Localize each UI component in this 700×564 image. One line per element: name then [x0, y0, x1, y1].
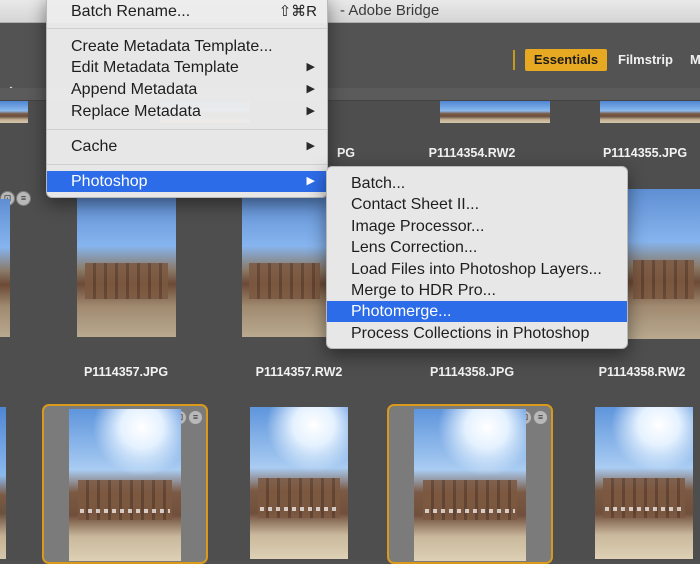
- submenu-item-merge-hdr[interactable]: Merge to HDR Pro...: [327, 280, 627, 301]
- menu-separator: [47, 129, 327, 130]
- submenu-item-load-files-layers[interactable]: Load Files into Photoshop Layers...: [327, 259, 627, 280]
- thumbnail-image[interactable]: [600, 101, 700, 123]
- thumbnail-image[interactable]: [440, 101, 550, 123]
- windows-graphic: [604, 507, 684, 512]
- workspace-more-tab[interactable]: M: [690, 49, 700, 71]
- options-icon[interactable]: ≡: [533, 410, 548, 425]
- menu-item-label: Load Files into Photoshop Layers...: [351, 261, 602, 278]
- thumbnail-label: P1114358.RW2: [598, 365, 686, 379]
- menu-item-label: Edit Metadata Template: [71, 59, 239, 76]
- menu-item-label: Photoshop: [71, 173, 148, 190]
- thumbnail-label: P1114357.RW2: [255, 365, 343, 379]
- submenu-item-image-processor[interactable]: Image Processor...: [327, 216, 627, 237]
- building-graphic: [632, 259, 695, 299]
- options-icon[interactable]: ≡: [188, 410, 203, 425]
- menu-item-label: Lens Correction...: [351, 239, 478, 256]
- thumbnail-cell-selected[interactable]: ⊡ ≡: [42, 404, 208, 564]
- building-graphic: [248, 262, 321, 300]
- shortcut-label: ⇧⌘R: [278, 3, 317, 20]
- building-graphic: [84, 262, 169, 300]
- photoshop-submenu: Batch... Contact Sheet II... Image Proce…: [326, 166, 628, 349]
- menu-item-label: Append Metadata: [71, 81, 198, 98]
- menu-item-create-metadata-template[interactable]: Create Metadata Template...: [47, 36, 327, 57]
- building-graphic: [602, 478, 686, 518]
- submenu-item-contact-sheet[interactable]: Contact Sheet II...: [327, 194, 627, 215]
- thumbnail-image[interactable]: [69, 409, 181, 561]
- window-title: - Adobe Bridge: [340, 2, 440, 19]
- menu-item-append-metadata[interactable]: Append Metadata ▶: [47, 79, 327, 100]
- building-graphic: [77, 480, 173, 520]
- menu-separator: [47, 28, 327, 29]
- windows-graphic: [80, 509, 170, 514]
- menu-item-edit-metadata-template[interactable]: Edit Metadata Template ▶: [47, 57, 327, 78]
- submenu-arrow-icon: ▶: [306, 61, 315, 73]
- menu-item-label: Batch Rename...: [71, 3, 191, 20]
- submenu-arrow-icon: ▶: [306, 140, 315, 152]
- menu-item-label: Replace Metadata: [71, 103, 201, 120]
- workspace-filmstrip-tab[interactable]: Filmstrip: [618, 49, 673, 71]
- submenu-arrow-icon: ▶: [306, 175, 315, 187]
- thumbnail-label: P1114354.RW2: [428, 146, 516, 160]
- tools-menu: Batch Rename... ⇧⌘R Create Metadata Temp…: [46, 0, 328, 198]
- building-graphic: [422, 480, 518, 520]
- thumbnail-label: P1114355.JPG: [602, 146, 688, 160]
- thumbnail-image[interactable]: [0, 101, 28, 123]
- thumbnail-image[interactable]: [250, 407, 348, 559]
- thumbnail-image[interactable]: [0, 407, 6, 559]
- menu-item-replace-metadata[interactable]: Replace Metadata ▶: [47, 101, 327, 122]
- menu-item-cache[interactable]: Cache ▶: [47, 136, 327, 157]
- submenu-item-batch[interactable]: Batch...: [327, 173, 627, 194]
- windows-graphic: [259, 507, 339, 512]
- thumbnail-label: P1114358.JPG: [429, 365, 515, 379]
- menu-item-batch-rename[interactable]: Batch Rename... ⇧⌘R: [47, 1, 327, 22]
- thumbnail-image[interactable]: [0, 199, 10, 337]
- workspace-essentials-tab[interactable]: Essentials: [525, 49, 607, 71]
- menu-item-label: Cache: [71, 138, 118, 155]
- thumbnail-label: P1114357.JPG: [83, 365, 169, 379]
- submenu-arrow-icon: ▶: [306, 83, 315, 95]
- menu-item-label: Contact Sheet II...: [351, 196, 480, 213]
- menu-item-label: Merge to HDR Pro...: [351, 282, 496, 299]
- options-icon[interactable]: ≡: [16, 191, 31, 206]
- thumbnail-image[interactable]: [414, 409, 526, 561]
- menu-item-label: Process Collections in Photoshop: [351, 325, 590, 342]
- workspace-separator: [513, 50, 515, 70]
- menu-item-label: Image Processor...: [351, 218, 485, 235]
- submenu-item-photomerge[interactable]: Photomerge...: [327, 301, 627, 322]
- thumbnail-image[interactable]: [627, 189, 700, 339]
- submenu-item-process-collections[interactable]: Process Collections in Photoshop: [327, 323, 627, 344]
- submenu-arrow-icon: ▶: [306, 105, 315, 117]
- building-graphic: [257, 478, 341, 518]
- submenu-item-lens-correction[interactable]: Lens Correction...: [327, 237, 627, 258]
- thumbnail-image[interactable]: [595, 407, 693, 559]
- windows-graphic: [425, 509, 515, 514]
- menu-item-label: Photomerge...: [351, 303, 452, 320]
- menu-separator: [47, 164, 327, 165]
- thumbnail-image[interactable]: [77, 197, 176, 337]
- menu-item-photoshop[interactable]: Photoshop ▶: [47, 171, 327, 192]
- thumbnail-image[interactable]: [242, 197, 327, 337]
- thumbnail-cell-selected[interactable]: ⊡ ≡: [387, 404, 553, 564]
- menu-item-label: Batch...: [351, 175, 406, 192]
- menu-item-label: Create Metadata Template...: [71, 38, 273, 55]
